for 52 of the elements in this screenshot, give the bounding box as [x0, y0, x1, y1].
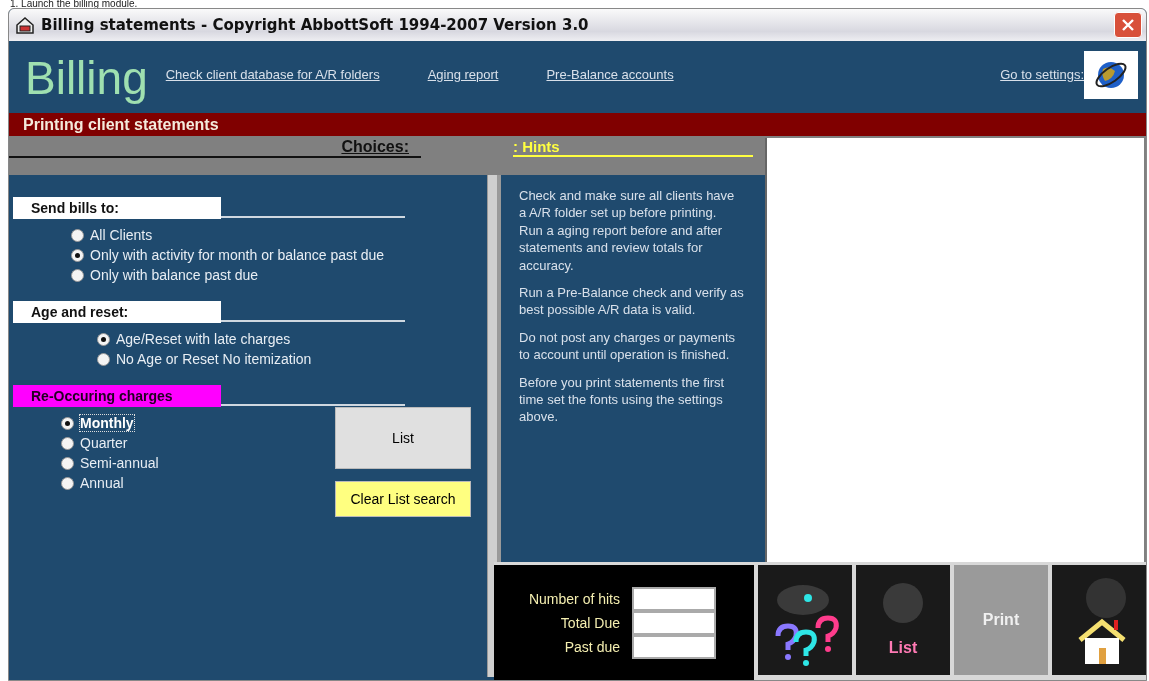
group-heading: Re-Occuring charges	[13, 385, 221, 407]
header-link[interactable]: Aging report	[427, 67, 499, 82]
radio-button[interactable]	[61, 436, 74, 450]
hint-text: Run a aging report before and after statements and review totals for accuracy.	[519, 221, 724, 275]
radio-button[interactable]	[97, 332, 110, 346]
hint-text: Run a Pre-Balance check and verify as best possible A/R data is valid.	[519, 284, 745, 319]
header-link[interactable]: Pre-Balance accounts	[546, 67, 674, 82]
settings-button[interactable]	[1084, 51, 1138, 99]
help-button[interactable]	[758, 565, 852, 675]
list-button[interactable]: List	[335, 407, 471, 469]
total-label: Total Due	[559, 614, 620, 631]
settings-link[interactable]: Go to settings:	[1000, 67, 1084, 82]
radio-option[interactable]: Age/Reset with late charges	[97, 331, 312, 347]
radio-option[interactable]: Only with balance past due	[71, 267, 385, 283]
choices-heading: Choices:	[9, 138, 421, 158]
header-link[interactable]: Check client database for A/R folders	[165, 67, 380, 82]
radio-button[interactable]	[71, 268, 84, 282]
radio-option[interactable]: Semi-annual	[61, 455, 159, 471]
radio-option[interactable]: All Clients	[71, 227, 385, 243]
group-heading: Age and reset:	[13, 301, 221, 323]
radio-option[interactable]: No Age or Reset No itemization	[97, 351, 312, 367]
radio-option[interactable]: Monthly	[61, 415, 159, 431]
hints-heading: : Hints	[513, 138, 753, 157]
total-field[interactable]	[632, 586, 716, 611]
total-label: Past due	[563, 638, 620, 655]
hint-text: Before you print statements the first time set the fonts using the settings above.	[519, 373, 726, 426]
radio-button[interactable]	[71, 248, 84, 262]
radio-option[interactable]: Annual	[61, 475, 159, 491]
radio-button[interactable]	[97, 352, 110, 366]
close-button[interactable]	[1114, 12, 1142, 38]
radio-option[interactable]: Quarter	[61, 435, 159, 451]
total-field[interactable]	[632, 634, 716, 659]
caption-text: 1. Launch the billing module.	[9, 0, 139, 8]
close-icon	[1121, 18, 1135, 32]
radio-button[interactable]	[61, 416, 74, 430]
house-icon	[15, 16, 35, 34]
radio-button[interactable]	[71, 228, 84, 242]
clear-search-button[interactable]: Clear List search	[335, 481, 471, 517]
hint-text: Check and make sure all clients have a A/R folder set up before printing.	[519, 187, 736, 222]
group-heading: Send bills to:	[13, 197, 221, 219]
total-field[interactable]	[632, 610, 716, 635]
radio-button[interactable]	[61, 476, 74, 490]
radio-button[interactable]	[61, 456, 74, 470]
hint-text: Do not post any charges or payments to account until operation is finished.	[519, 328, 737, 364]
radio-option[interactable]: Only with activity for month or balance past due	[71, 247, 385, 263]
section-banner: Printing client statements	[9, 113, 1146, 136]
home-button[interactable]	[1052, 565, 1146, 675]
window-title: Billing statements - Copyright AbbottSoft 1994-2007 Version 3.0	[41, 16, 590, 34]
total-label: Number of hits	[527, 590, 620, 607]
billing-logo: Billing	[25, 51, 148, 106]
splitter-bar[interactable]	[487, 175, 498, 677]
list-toolbar-button[interactable]: List	[856, 565, 950, 675]
